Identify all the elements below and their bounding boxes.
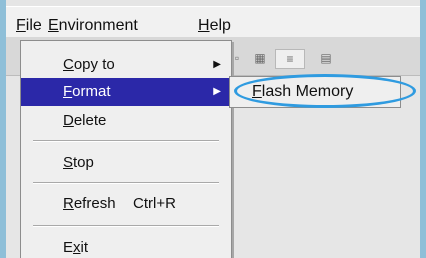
menu-environment-label: nvironment — [58, 17, 138, 34]
menu-item-stop-hotkey: S — [63, 154, 74, 171]
menu-item-delete[interactable]: Delete — [21, 107, 231, 135]
menu-separator — [33, 140, 219, 142]
file-menu-dropdown: Copy to ▶ Format ▶ Delete Stop Refresh C… — [20, 40, 232, 258]
menu-item-exit-prefix: E — [63, 239, 74, 256]
menu-item-refresh[interactable]: Refresh Ctrl+R — [21, 190, 231, 218]
menu-item-stop-label: top — [73, 154, 94, 171]
menu-separator — [33, 182, 219, 184]
menu-environment[interactable]: Environment — [48, 17, 138, 35]
menu-item-delete-hotkey: D — [63, 112, 74, 129]
menu-environment-hotkey: E — [48, 17, 59, 34]
menu-item-exit-hotkey: x — [73, 239, 81, 256]
screenshot-frame: File Environment Help ▫ ▦ ≡ ▤ Copy to ▶ … — [0, 0, 426, 258]
menu-item-format-hotkey: F — [63, 83, 73, 100]
submenu-item-flash-memory[interactable]: Flash Memory — [252, 81, 353, 103]
menu-item-copy-to-hotkey: C — [63, 56, 74, 73]
menu-item-copy-to-label: opy to — [73, 56, 115, 73]
menu-item-refresh-hotkey: R — [63, 195, 74, 212]
toolbar-list-icon[interactable]: ▦ — [250, 49, 270, 67]
menu-file[interactable]: File — [16, 17, 42, 35]
menu-item-exit[interactable]: Exit — [21, 234, 231, 258]
toolbar-detail-icon[interactable]: ≡ — [275, 49, 305, 69]
menu-item-copy-to[interactable]: Copy to ▶ — [21, 51, 231, 79]
menu-item-stop[interactable]: Stop — [21, 149, 231, 177]
menu-separator — [33, 225, 219, 227]
submenu-arrow-icon: ▶ — [213, 86, 221, 97]
menu-item-delete-label: elete — [73, 112, 107, 129]
submenu-item-flash-memory-hotkey: F — [252, 83, 262, 100]
menu-item-format[interactable]: Format ▶ — [21, 78, 231, 106]
menu-help-hotkey: H — [198, 17, 210, 34]
right-border-accent — [420, 0, 426, 258]
toolbar-grid-icon[interactable]: ▤ — [316, 49, 336, 67]
menu-item-exit-label: it — [80, 239, 89, 256]
menu-bar: File Environment Help — [6, 6, 420, 38]
submenu-arrow-icon: ▶ — [213, 59, 221, 70]
menu-item-refresh-shortcut: Ctrl+R — [133, 195, 176, 212]
menu-item-refresh-label: efresh — [73, 195, 116, 212]
menu-help-label: elp — [209, 17, 231, 34]
application-window: File Environment Help ▫ ▦ ≡ ▤ Copy to ▶ … — [6, 0, 420, 258]
menu-help[interactable]: Help — [198, 17, 231, 35]
submenu-item-flash-memory-label: lash Memory — [261, 83, 354, 100]
format-submenu: Flash Memory — [229, 76, 401, 108]
menu-file-hotkey: F — [16, 17, 26, 34]
menu-item-format-label: ormat — [72, 83, 111, 100]
menu-file-label: ile — [25, 17, 42, 34]
